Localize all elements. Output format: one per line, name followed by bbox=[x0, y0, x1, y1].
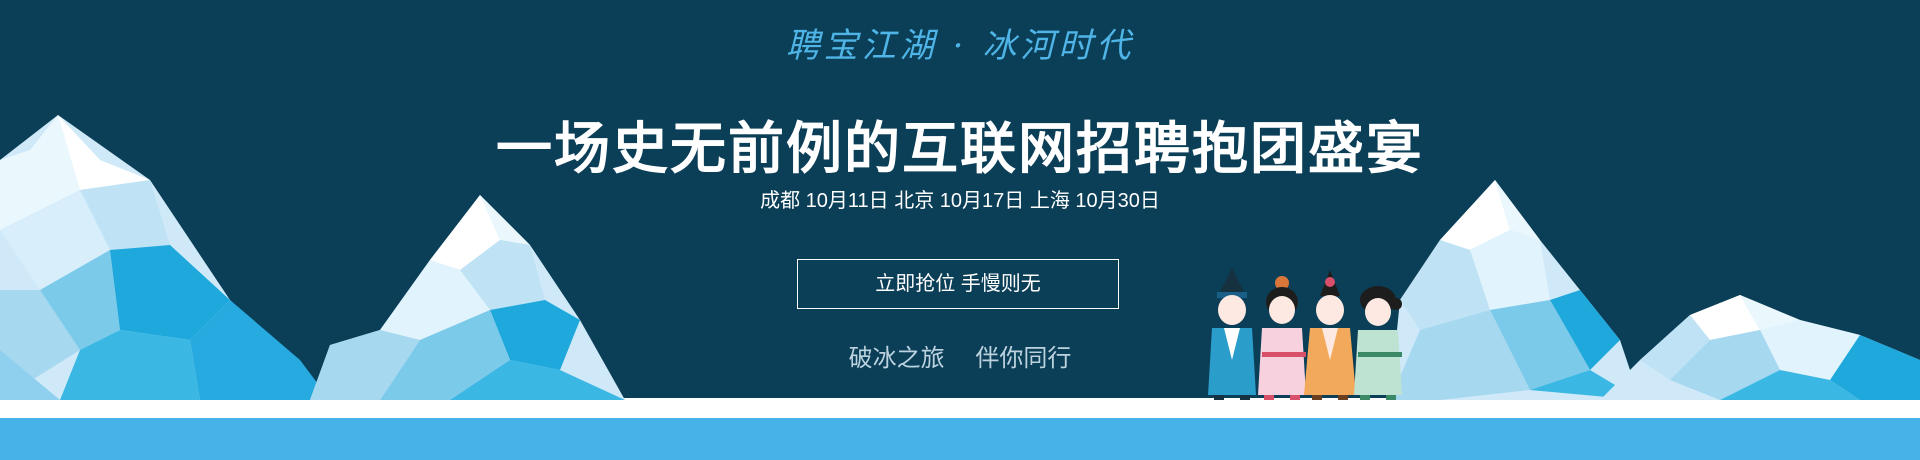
iceberg-scene bbox=[0, 115, 1920, 460]
event-headline: 一场史无前例的互联网招聘抱团盛宴 bbox=[496, 117, 1424, 180]
event-tagline: 聘宝江湖 · 冰河时代 bbox=[785, 26, 1135, 66]
swordsman-figure bbox=[1208, 268, 1256, 400]
slogan-left: 破冰之旅 bbox=[848, 345, 945, 372]
blue-ground-strip bbox=[0, 418, 1920, 460]
orange-robe-figure bbox=[1304, 270, 1356, 400]
character-group bbox=[1208, 268, 1402, 400]
snow-ground bbox=[0, 398, 1920, 418]
slogan-right: 伴你同行 bbox=[975, 345, 1072, 372]
promo-banner: 聘宝江湖 · 冰河时代 一场史无前例的互联网招聘抱团盛宴 成都 10月11日 北… bbox=[0, 0, 1920, 460]
event-slogan: 破冰之旅 伴你同行 bbox=[0, 338, 1920, 373]
register-now-button[interactable]: 立即抢位 手慢则无 bbox=[797, 259, 1119, 309]
event-dates: 成都 10月11日 北京 10月17日 上海 10月30日 bbox=[760, 190, 1160, 212]
